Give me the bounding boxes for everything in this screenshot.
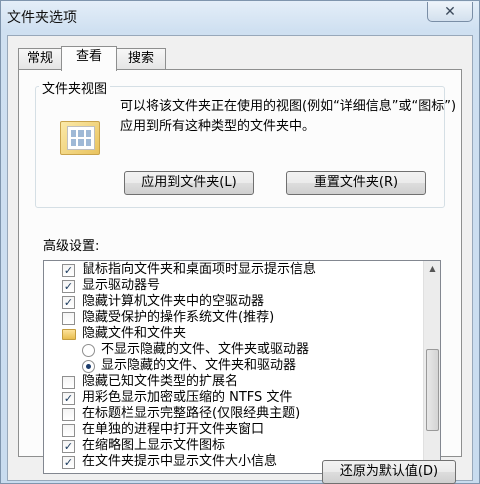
checkbox[interactable] xyxy=(62,424,75,437)
checkbox[interactable]: ✓ xyxy=(62,392,75,405)
checkbox[interactable] xyxy=(62,408,75,421)
advanced-settings-title: 高级设置: xyxy=(43,239,100,254)
tab-search[interactable]: 搜索 xyxy=(116,48,166,70)
scroll-up-arrow-icon[interactable]: ▲ xyxy=(425,261,440,277)
close-button[interactable]: ✕ xyxy=(427,2,473,22)
dialog-body: 常规 查看 搜索 可以将该文件夹正在使用的视图(例如“详细信息”或“图标”)应用… xyxy=(7,35,473,484)
folder-icon xyxy=(62,329,76,340)
reset-folders-button[interactable]: 重置文件夹(R) xyxy=(286,171,426,195)
folder-views-title: 文件夹视图 xyxy=(39,78,111,97)
close-icon: ✕ xyxy=(444,3,456,20)
advanced-settings-list[interactable]: ✓ 鼠标指向文件夹和桌面项时显示提示信息 ✓ 显示驱动器号 ✓ 隐藏计算机文件夹中的空驱动… xyxy=(43,260,441,474)
checkbox[interactable]: ✓ xyxy=(62,280,75,293)
advanced-settings-item-label: 在文件夹提示中显示文件大小信息 xyxy=(82,454,278,469)
radio-button[interactable] xyxy=(82,344,95,357)
tab-view[interactable]: 查看 xyxy=(61,46,117,71)
checkbox[interactable]: ✓ xyxy=(62,264,75,277)
folder-views-group: 可以将该文件夹正在使用的视图(例如“详细信息”或“图标”)应用到所有这种类型的文… xyxy=(35,86,456,208)
folder-options-window: 文件夹选项 ✕ 常规 查看 搜索 可以将该文件夹正在使用的视图(例如“详细信息”… xyxy=(0,0,480,484)
apply-to-folders-button[interactable]: 应用到文件夹(L) xyxy=(124,171,254,195)
folder-view-icon xyxy=(60,121,100,155)
window-title: 文件夹选项 xyxy=(7,10,77,26)
view-tab-panel: 可以将该文件夹正在使用的视图(例如“详细信息”或“图标”)应用到所有这种类型的文… xyxy=(18,69,462,474)
checkbox[interactable]: ✓ xyxy=(62,440,75,453)
checkbox[interactable]: ✓ xyxy=(62,296,75,309)
checkbox[interactable] xyxy=(62,312,75,325)
tab-general[interactable]: 常规 xyxy=(18,48,62,70)
title-bar[interactable]: 文件夹选项 ✕ xyxy=(1,1,479,35)
folder-views-description: 可以将该文件夹正在使用的视图(例如“详细信息”或“图标”)应用到所有这种类型的文… xyxy=(120,99,457,134)
scrollbar-thumb[interactable] xyxy=(426,349,439,431)
advanced-settings-scrollbar[interactable]: ▲ ▼ xyxy=(423,261,440,473)
radio-button[interactable] xyxy=(82,360,95,373)
restore-defaults-button[interactable]: 还原为默认值(D) xyxy=(322,460,456,484)
checkbox[interactable]: ✓ xyxy=(62,456,75,469)
checkbox[interactable] xyxy=(62,376,75,389)
